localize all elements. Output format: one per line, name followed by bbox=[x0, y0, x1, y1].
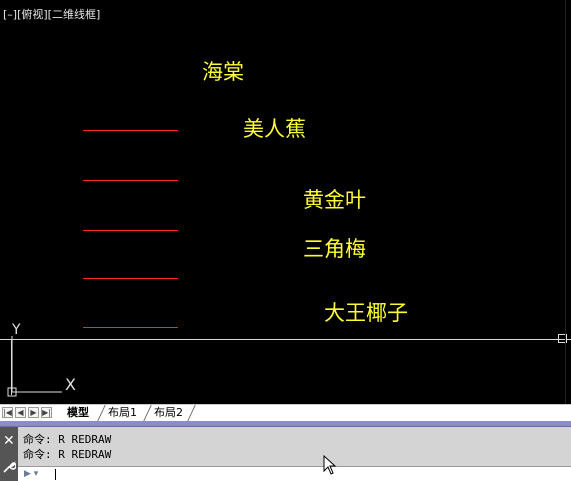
tab-layout2[interactable]: 布局2 bbox=[144, 405, 189, 421]
prev-tab-icon[interactable]: ◀ bbox=[15, 407, 26, 418]
first-tab-icon[interactable]: |◀ bbox=[2, 407, 13, 418]
text-dawangyezi[interactable]: 大王椰子 bbox=[324, 303, 408, 324]
last-tab-icon[interactable]: ▶| bbox=[41, 407, 52, 418]
next-tab-icon[interactable]: ▶ bbox=[28, 407, 39, 418]
ucs-y-label: Y bbox=[11, 322, 21, 338]
ucs-x-label: X bbox=[65, 375, 76, 394]
red-line-2[interactable] bbox=[83, 180, 178, 181]
command-history-line: 命令: R REDRAW bbox=[23, 433, 112, 446]
layout-tab-bar: |◀ ◀ ▶ ▶| 模型 布局1 布局2 bbox=[0, 404, 571, 421]
command-window: ✕ 命令: R REDRAW 命令: R REDRAW ▶ ▾ bbox=[0, 421, 571, 481]
tab-model[interactable]: 模型 bbox=[57, 405, 95, 421]
command-prompt-icon[interactable]: ▶ ▾ bbox=[24, 469, 44, 480]
text-meirenjiao[interactable]: 美人蕉 bbox=[243, 119, 306, 140]
viewport-controls-label[interactable]: [–][俯视][二维线框] bbox=[3, 6, 100, 22]
text-caret bbox=[55, 469, 56, 480]
mouse-pointer-icon bbox=[323, 455, 337, 475]
red-line-1[interactable] bbox=[83, 130, 178, 131]
viewport-edge bbox=[565, 0, 566, 404]
text-sanjiaomei[interactable]: 三角梅 bbox=[303, 239, 366, 260]
red-line-4[interactable] bbox=[83, 278, 178, 279]
tab-layout1[interactable]: 布局1 bbox=[98, 405, 143, 421]
wrench-icon[interactable] bbox=[2, 460, 16, 474]
command-history-line: 命令: R REDRAW bbox=[23, 448, 112, 461]
red-line-3[interactable] bbox=[83, 230, 178, 231]
command-input[interactable]: ▶ ▾ bbox=[18, 466, 571, 481]
command-window-titlebar[interactable] bbox=[0, 421, 571, 427]
command-window-side-bar: ✕ bbox=[0, 427, 18, 481]
text-haitang[interactable]: 海棠 bbox=[202, 62, 244, 83]
command-history: 命令: R REDRAW 命令: R REDRAW bbox=[23, 432, 111, 462]
drawing-viewport[interactable]: [–][俯视][二维线框] 海棠 美人蕉 黄金叶 三角梅 大王椰子 Y X bbox=[0, 0, 571, 404]
close-icon[interactable]: ✕ bbox=[3, 434, 15, 448]
text-huangjinye[interactable]: 黄金叶 bbox=[303, 190, 366, 211]
ucs-icon: Y X bbox=[7, 322, 76, 397]
red-line-5[interactable] bbox=[83, 327, 178, 328]
